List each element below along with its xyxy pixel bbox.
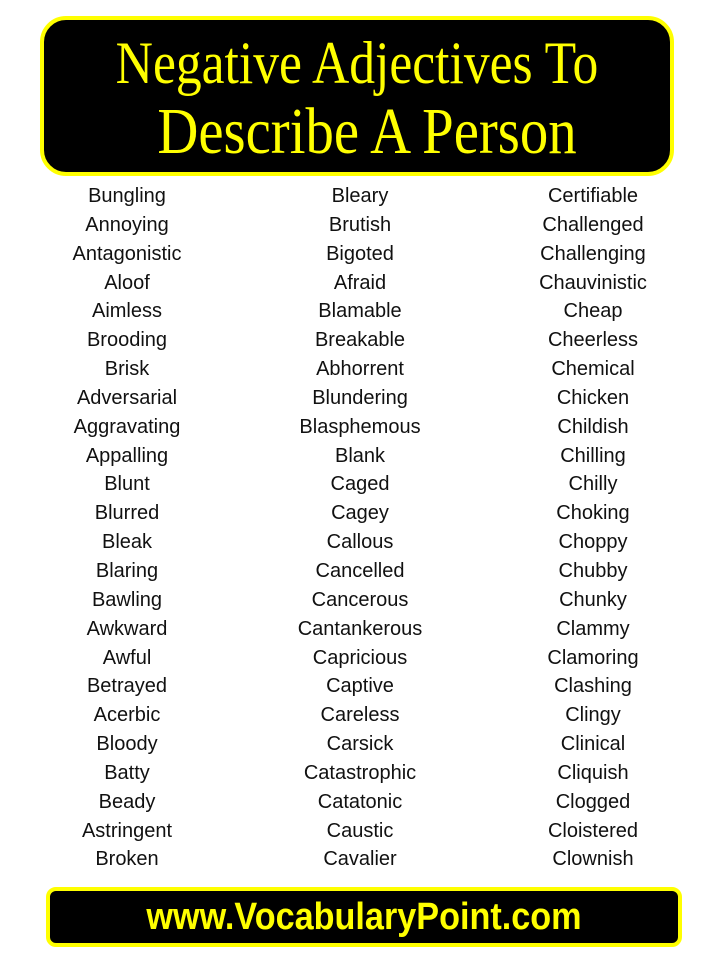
- word-item: Bawling: [91, 588, 163, 611]
- word-item: Awful: [102, 646, 152, 669]
- word-item: Aimless: [91, 300, 162, 323]
- word-item: Clogged: [555, 790, 631, 813]
- word-item: Broken: [95, 848, 159, 871]
- word-item: Choppy: [558, 531, 628, 554]
- word-item: Cavalier: [323, 848, 397, 871]
- footer-banner: www.VocabularyPoint.com: [46, 887, 682, 947]
- word-item: Choking: [556, 502, 630, 525]
- word-item: Appalling: [85, 444, 169, 467]
- word-item: Aloof: [104, 271, 150, 294]
- word-item: Antagonistic: [72, 242, 182, 265]
- word-item: Carsick: [326, 733, 394, 756]
- word-item: Blaring: [95, 559, 159, 582]
- word-item: Caustic: [326, 819, 394, 842]
- word-item: Chicken: [556, 386, 630, 409]
- word-item: Clashing: [554, 675, 632, 698]
- word-item: Caged: [330, 473, 390, 496]
- word-item: Chunky: [559, 588, 627, 611]
- word-column-3: Certifiable Challenged Challenging Chauvini…: [473, 182, 713, 874]
- word-item: Cantankerous: [297, 617, 423, 640]
- word-item: Chilly: [568, 473, 618, 496]
- word-column-2: Bleary Brutish Bigoted Afraid Blamable Breaka…: [240, 182, 480, 874]
- word-item: Aggravating: [73, 415, 181, 438]
- word-item: Challenged: [542, 213, 644, 236]
- word-item: Brutish: [328, 213, 392, 236]
- word-item: Bungling: [88, 185, 166, 207]
- title-line-2: Describe A Person: [157, 95, 577, 168]
- word-item: Beady: [98, 790, 156, 813]
- word-item: Astringent: [81, 819, 173, 842]
- word-item: Clamoring: [547, 646, 639, 669]
- adjective-list: Bungling Annoying Antagonistic Aloof Aimless…: [0, 182, 720, 882]
- word-item: Blamable: [318, 300, 402, 323]
- title-banner: Negative Adjectives To Describe A Person: [40, 16, 674, 176]
- word-item: Bigoted: [326, 242, 394, 265]
- word-item: Capricious: [312, 646, 408, 669]
- word-item: Adversarial: [76, 386, 178, 409]
- word-item: Brooding: [86, 329, 168, 352]
- title-line-1: Negative Adjectives To: [115, 30, 599, 96]
- word-item: Clammy: [556, 617, 630, 640]
- word-item: Careless: [320, 704, 400, 727]
- word-item: Clownish: [552, 848, 634, 871]
- word-item: Childish: [557, 415, 629, 438]
- website-url: www.VocabularyPoint.com: [146, 896, 582, 938]
- word-item: Chemical: [551, 358, 635, 381]
- word-item: Clinical: [560, 733, 626, 756]
- word-item: Abhorrent: [316, 358, 404, 381]
- word-item: Blundering: [312, 386, 408, 409]
- word-item: Cheap: [563, 300, 623, 323]
- word-item: Blurred: [94, 502, 160, 525]
- word-item: Chubby: [558, 559, 628, 582]
- word-item: Acerbic: [93, 704, 161, 727]
- word-item: Blank: [334, 444, 386, 467]
- word-item: Batty: [104, 761, 150, 784]
- word-item: Cancerous: [311, 588, 409, 611]
- word-item: Bloody: [96, 733, 158, 756]
- word-item: Callous: [326, 531, 394, 554]
- word-column-1: Bungling Annoying Antagonistic Aloof Aimless…: [7, 182, 247, 874]
- word-item: Chauvinistic: [539, 271, 647, 294]
- word-item: Cloistered: [547, 819, 639, 842]
- word-item: Annoying: [85, 213, 169, 236]
- word-item: Captive: [326, 675, 394, 698]
- word-item: Afraid: [333, 271, 387, 294]
- word-item: Bleary: [331, 185, 389, 207]
- word-item: Blunt: [104, 473, 150, 496]
- word-item: Certifiable: [547, 185, 639, 207]
- word-item: Brisk: [104, 358, 150, 381]
- word-item: Blasphemous: [299, 415, 421, 438]
- word-item: Catastrophic: [303, 761, 417, 784]
- word-item: Cancelled: [315, 559, 405, 582]
- word-item: Chilling: [560, 444, 626, 467]
- word-item: Cliquish: [557, 761, 629, 784]
- word-item: Betrayed: [86, 675, 168, 698]
- word-item: Breakable: [314, 329, 406, 352]
- word-item: Awkward: [86, 617, 168, 640]
- word-item: Clingy: [565, 704, 621, 727]
- word-item: Catatonic: [317, 790, 403, 813]
- word-item: Bleak: [101, 531, 153, 554]
- word-item: Cheerless: [547, 329, 639, 352]
- word-item: Cagey: [331, 502, 389, 525]
- word-item: Challenging: [540, 242, 646, 265]
